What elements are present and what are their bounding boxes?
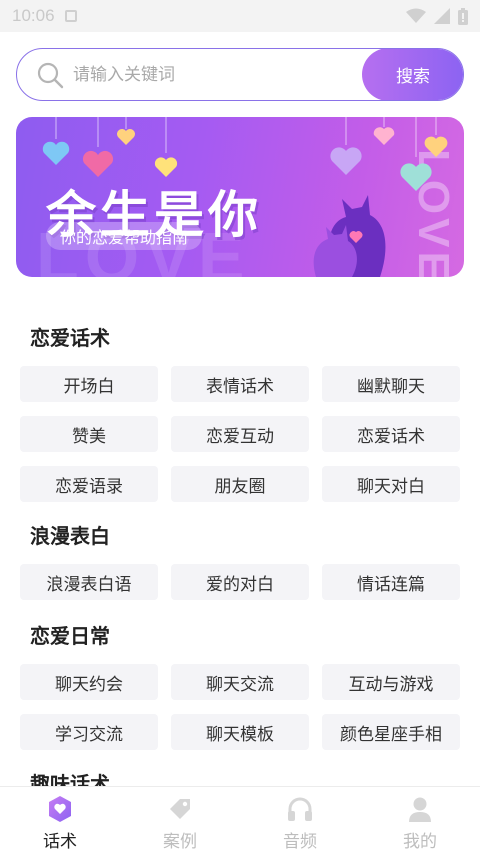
chip-sweet-words[interactable]: 情话连篇	[322, 564, 460, 600]
chip-love-talk[interactable]: 恋爱话术	[322, 416, 460, 452]
search-bar: 搜索	[16, 48, 464, 101]
status-icons	[406, 7, 468, 25]
chip-opening-line[interactable]: 开场白	[20, 366, 158, 402]
nav-label-mine: 我的	[403, 832, 437, 852]
chip-emoji-talk[interactable]: 表情话术	[171, 366, 309, 402]
wifi-icon	[406, 8, 426, 23]
chip-chat-dating[interactable]: 聊天约会	[20, 664, 158, 700]
chip-study-exchange[interactable]: 学习交流	[20, 714, 158, 750]
status-bar: 10:06	[0, 0, 480, 32]
user-icon	[409, 797, 431, 822]
chip-compliment[interactable]: 赞美	[20, 416, 158, 452]
chat-shield-icon	[49, 796, 71, 822]
status-time: 10:06	[12, 6, 55, 25]
chip-grid-romantic-confession: 浪漫表白语 爱的对白 情话连篇	[20, 564, 460, 600]
signal-icon	[434, 8, 450, 24]
section-title-love-daily: 恋爱日常	[30, 624, 110, 648]
chip-confession-words[interactable]: 浪漫表白语	[20, 564, 158, 600]
tag-icon	[170, 799, 190, 819]
nav-label-audio: 音频	[283, 832, 317, 852]
chip-grid-love-daily: 聊天约会 聊天交流 互动与游戏 学习交流 聊天模板 颜色星座手相	[20, 664, 460, 750]
promo-banner[interactable]: LOVE LOVE 余生是你 你的恋爱帮助指南	[16, 117, 464, 277]
chip-chat-exchange[interactable]: 聊天交流	[171, 664, 309, 700]
cats-illustration	[313, 195, 386, 277]
headphones-icon	[288, 797, 312, 821]
nav-tab-audio[interactable]: 音频	[240, 787, 360, 853]
banner-subtitle: 你的恋爱帮助指南	[46, 222, 203, 250]
chip-moments[interactable]: 朋友圈	[171, 466, 309, 502]
nav-tab-talk[interactable]: 话术	[0, 787, 120, 853]
section-title-romantic-confession: 浪漫表白	[30, 524, 110, 548]
nav-tab-mine[interactable]: 我的	[360, 787, 480, 853]
nav-label-talk: 话术	[43, 832, 77, 852]
section-title-love-talk: 恋爱话术	[30, 326, 110, 350]
chip-humor-chat[interactable]: 幽默聊天	[322, 366, 460, 402]
chip-chat-templates[interactable]: 聊天模板	[171, 714, 309, 750]
chip-chat-dialogue[interactable]: 聊天对白	[322, 466, 460, 502]
chip-grid-love-talk: 开场白 表情话术 幽默聊天 赞美 恋爱互动 恋爱话术 恋爱语录 朋友圈 聊天对白	[20, 366, 460, 502]
notification-icon	[64, 10, 77, 22]
nav-label-cases: 案例	[163, 832, 197, 852]
chip-love-quotes[interactable]: 恋爱语录	[20, 466, 158, 502]
search-icon	[35, 60, 65, 90]
chip-interaction-games[interactable]: 互动与游戏	[322, 664, 460, 700]
bottom-nav: 话术 案例 音频 我的	[0, 786, 480, 853]
chip-love-dialogue[interactable]: 爱的对白	[171, 564, 309, 600]
battery-icon	[458, 7, 468, 25]
search-button[interactable]: 搜索	[362, 49, 463, 100]
chip-color-zodiac-palm[interactable]: 颜色星座手相	[322, 714, 460, 750]
nav-tab-cases[interactable]: 案例	[120, 787, 240, 853]
chip-love-interaction[interactable]: 恋爱互动	[171, 416, 309, 452]
